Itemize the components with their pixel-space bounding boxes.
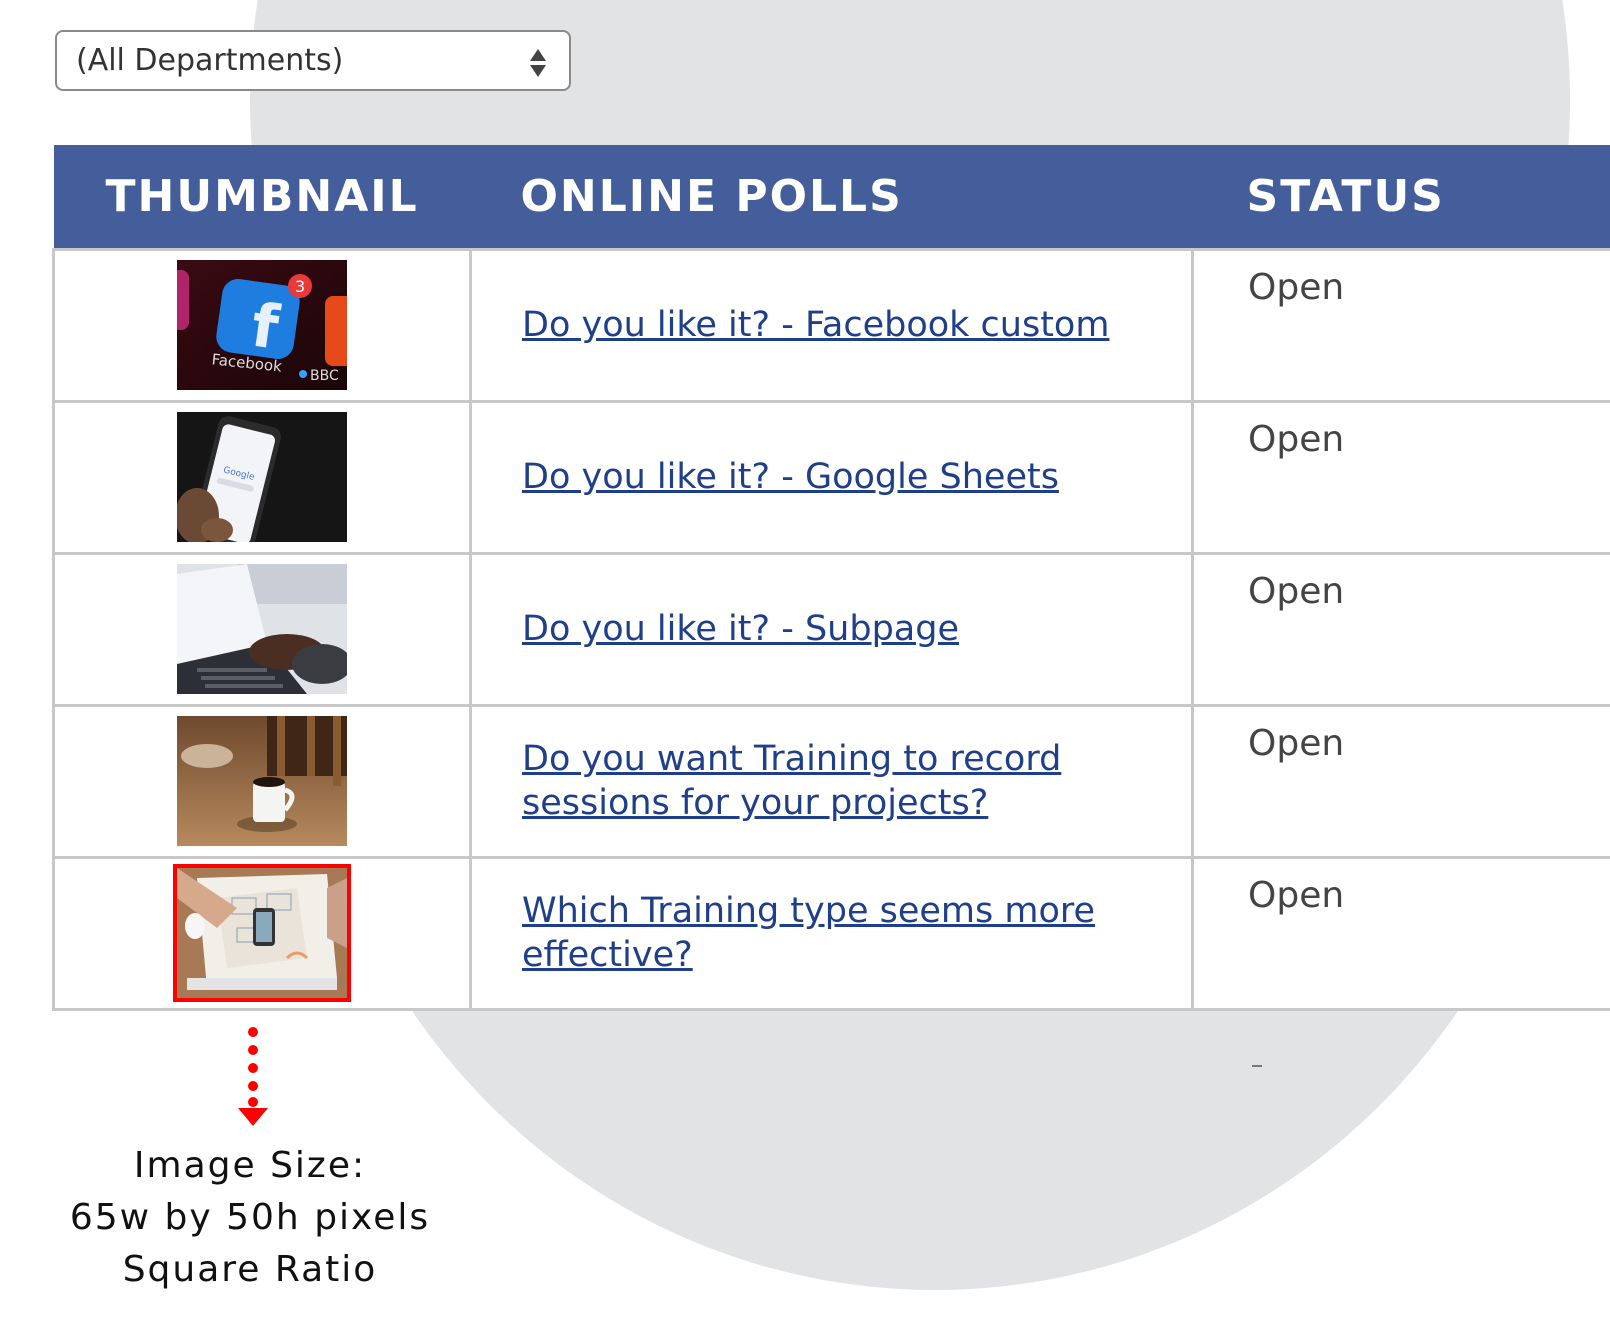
status-cell: Open bbox=[1191, 703, 1610, 859]
poll-link[interactable]: Do you like it? - Facebook custom bbox=[522, 303, 1109, 347]
coffee-mug-thumbnail-image bbox=[177, 716, 347, 846]
status-text: Open bbox=[1248, 418, 1345, 460]
status-cell: Open bbox=[1191, 247, 1610, 403]
header-status: STATUS bbox=[1192, 145, 1610, 249]
thumbnail-cell: Google bbox=[52, 399, 472, 555]
laptop-thumbnail-image bbox=[177, 564, 347, 694]
poll-cell: Do you like it? - Google Sheets bbox=[469, 399, 1194, 555]
annotation-line: Square Ratio bbox=[122, 1249, 378, 1290]
table-row: Google Do you like it? - Google Sheets O… bbox=[52, 399, 1610, 555]
poll-cell: Do you like it? - Subpage bbox=[469, 551, 1194, 707]
dotted-arrow-icon bbox=[238, 1027, 268, 1126]
poll-cell: Do you want Training to record sessions … bbox=[469, 703, 1194, 859]
poll-link[interactable]: Do you want Training to record sessions … bbox=[522, 737, 1122, 825]
thumbnail-cell: f 3 Facebook BBC bbox=[52, 247, 472, 403]
department-select[interactable]: (All Departments) bbox=[55, 30, 571, 91]
status-text: Open bbox=[1248, 266, 1345, 308]
poll-link[interactable]: Which Training type seems more effective… bbox=[522, 889, 1122, 977]
svg-text:BBC: BBC bbox=[310, 368, 339, 384]
poll-cell: Do you like it? - Facebook custom bbox=[469, 247, 1194, 403]
poll-link[interactable]: Do you like it? - Google Sheets bbox=[522, 455, 1059, 499]
table-row: f 3 Facebook BBC Do you like it? - Faceb… bbox=[52, 247, 1610, 403]
thumbnail-cell bbox=[52, 703, 472, 859]
divider bbox=[1252, 1065, 1262, 1067]
facebook-thumbnail-image: f 3 Facebook BBC bbox=[177, 260, 347, 390]
thumbnail-cell bbox=[52, 855, 472, 1011]
status-text: Open bbox=[1248, 874, 1345, 916]
annotation-line: Image Size: bbox=[133, 1145, 367, 1186]
status-text: Open bbox=[1248, 722, 1345, 764]
status-cell: Open bbox=[1191, 855, 1610, 1011]
thumbnail-cell bbox=[52, 551, 472, 707]
poll-cell: Which Training type seems more effective… bbox=[469, 855, 1194, 1011]
status-cell: Open bbox=[1191, 399, 1610, 555]
department-select-value: (All Departments) bbox=[76, 43, 344, 78]
status-cell: Open bbox=[1191, 551, 1610, 707]
table-row: Do you want Training to record sessions … bbox=[52, 703, 1610, 859]
header-thumbnail: THUMBNAIL bbox=[53, 145, 471, 249]
phone-thumbnail-image: Google bbox=[177, 412, 347, 542]
status-text: Open bbox=[1248, 570, 1345, 612]
svg-text:3: 3 bbox=[295, 277, 305, 296]
annotation-line: 65w by 50h pixels bbox=[69, 1197, 431, 1238]
sort-arrows-icon bbox=[530, 49, 546, 77]
table-row: Do you like it? - Subpage Open bbox=[52, 551, 1610, 707]
desk-sketches-thumbnail-image bbox=[173, 864, 351, 1002]
table-row: Which Training type seems more effective… bbox=[52, 855, 1610, 1011]
poll-link[interactable]: Do you like it? - Subpage bbox=[522, 607, 959, 651]
image-size-annotation: Image Size: 65w by 50h pixels Square Rat… bbox=[40, 1140, 460, 1296]
header-online-polls: ONLINE POLLS bbox=[470, 145, 1193, 249]
polls-table: THUMBNAIL ONLINE POLLS STATUS f 3 Facebo… bbox=[52, 145, 1610, 1011]
table-header-row: THUMBNAIL ONLINE POLLS STATUS bbox=[53, 145, 1610, 249]
